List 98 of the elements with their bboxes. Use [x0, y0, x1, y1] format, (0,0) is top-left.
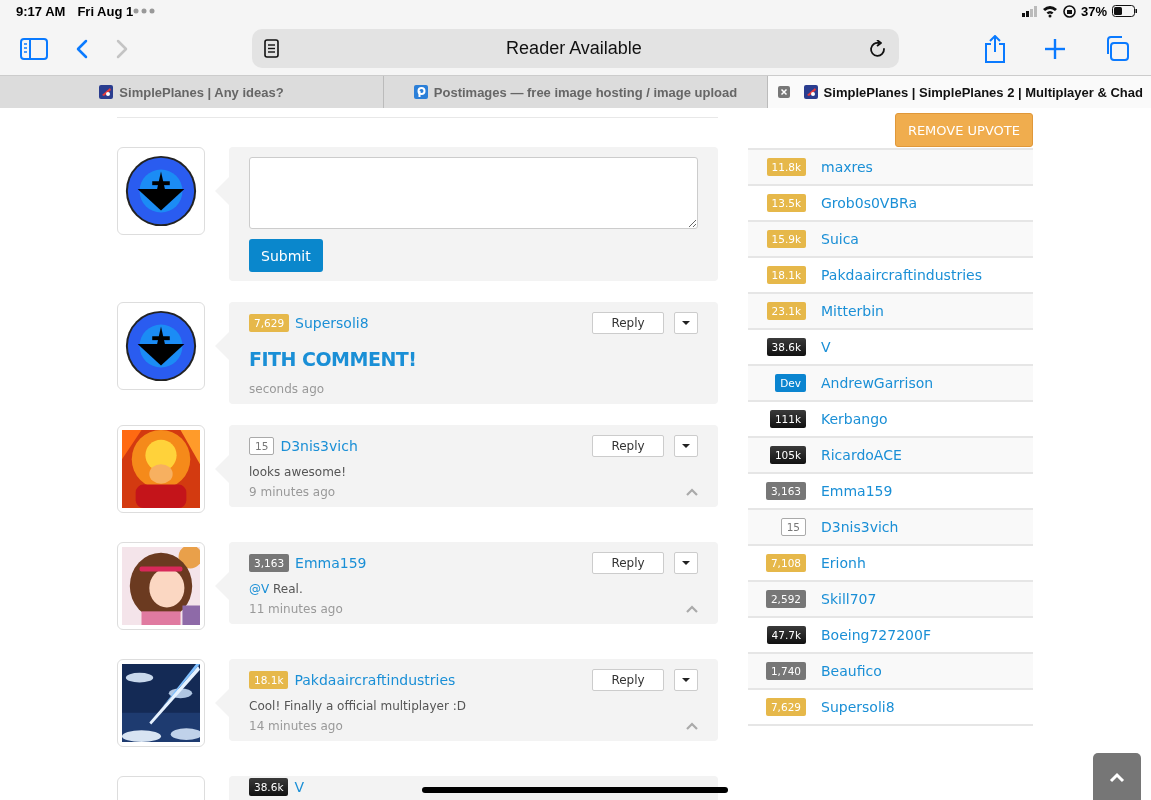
- author-link[interactable]: Pakdaaircraftindustries: [294, 672, 456, 688]
- score-badge: 7,108: [765, 554, 806, 572]
- score-badge: 3,163: [249, 554, 290, 572]
- score-badge: 18.1k: [249, 671, 289, 689]
- author-link[interactable]: D3nis3vich: [280, 438, 358, 454]
- user-link[interactable]: Supersoli8: [821, 699, 895, 715]
- chevron-right-icon: [116, 38, 128, 59]
- user-link[interactable]: Beaufico: [821, 663, 882, 679]
- comment-time: seconds ago: [249, 382, 325, 396]
- tabs-icon: [1104, 36, 1129, 61]
- score-badge: 111k: [769, 410, 806, 428]
- battery-icon: [1112, 5, 1137, 17]
- reload-icon: [869, 39, 887, 58]
- score-badge: 23.1k: [766, 302, 806, 320]
- plus-icon: [1044, 37, 1066, 60]
- user-link[interactable]: Emma159: [821, 483, 893, 499]
- share-button[interactable]: [984, 34, 1006, 63]
- author-link[interactable]: Emma159: [295, 555, 367, 571]
- sidebar-icon: [20, 37, 48, 60]
- options-button[interactable]: [674, 435, 698, 457]
- user-link[interactable]: Mitterbin: [821, 303, 884, 319]
- collapse-icon: [686, 487, 698, 497]
- author-link[interactable]: V: [294, 779, 305, 795]
- comment-time: 11 minutes ago: [249, 602, 343, 616]
- user-link[interactable]: Skill707: [821, 591, 877, 607]
- user-link[interactable]: Kerbango: [821, 411, 888, 427]
- score-badge: 38.6k: [249, 778, 289, 796]
- user-link[interactable]: Boeing727200F: [821, 627, 931, 643]
- mention-link[interactable]: @V: [249, 582, 270, 596]
- submit-button[interactable]: Submit: [249, 239, 323, 272]
- score-badge: 3,163: [765, 482, 806, 500]
- comment-heading: FITH COMMENT!: [249, 348, 418, 370]
- comment-text: Real.: [273, 582, 303, 596]
- score-badge: 2,592: [765, 590, 806, 608]
- score-badge: 13.5k: [766, 194, 806, 212]
- back-button[interactable]: [76, 38, 88, 59]
- score-badge: 15: [249, 437, 275, 455]
- clock-time: 9:17 AM: [16, 3, 66, 19]
- score-badge: 105k: [769, 446, 806, 464]
- caret-down-icon: [682, 444, 690, 448]
- user-link[interactable]: RicardoACE: [821, 447, 902, 463]
- score-badge: 15: [780, 518, 806, 536]
- sidebar-button[interactable]: [20, 37, 48, 60]
- reader-icon: [264, 39, 279, 58]
- collapse-icon: [686, 604, 698, 614]
- address-bar[interactable]: Reader Available: [252, 29, 899, 68]
- comment-input[interactable]: [249, 157, 698, 229]
- score-badge: Dev: [775, 374, 806, 392]
- user-link[interactable]: Pakdaaircraftindustries: [821, 267, 982, 283]
- new-tab-button[interactable]: [1044, 37, 1066, 60]
- user-link[interactable]: maxres: [821, 159, 873, 175]
- score-badge: 11.8k: [766, 158, 806, 176]
- battery-percent: 37%: [1080, 3, 1107, 19]
- collapse-icon: [686, 721, 698, 731]
- comment-text: looks awesome!: [249, 465, 347, 479]
- options-button[interactable]: [674, 552, 698, 574]
- share-icon: [984, 34, 1006, 63]
- comment-text: Cool! Finally a official multiplayer :D: [249, 699, 466, 713]
- plane-icon: [99, 85, 114, 99]
- plane-icon: [803, 85, 818, 99]
- reply-button[interactable]: Reply: [592, 669, 664, 691]
- date-text: Fri Aug 1: [77, 3, 134, 19]
- options-button[interactable]: [674, 312, 698, 334]
- comment-time: 14 minutes ago: [249, 719, 343, 733]
- score-badge: 18.1k: [766, 266, 806, 284]
- more-icon: [133, 8, 156, 14]
- caret-down-icon: [682, 561, 690, 565]
- score-badge: 7,629: [765, 698, 806, 716]
- rotation-lock-icon: [1062, 4, 1076, 18]
- user-link[interactable]: Suica: [821, 231, 859, 247]
- author-link[interactable]: Supersoli8: [295, 315, 369, 331]
- reply-button[interactable]: Reply: [592, 435, 664, 457]
- score-badge: 7,629: [249, 314, 290, 332]
- user-link[interactable]: Erionh: [821, 555, 866, 571]
- remove-upvote-button[interactable]: REMOVE UPVOTE: [894, 113, 1033, 147]
- user-link[interactable]: Grob0s0VBRa: [821, 195, 918, 211]
- score-badge: 15.9k: [766, 230, 806, 248]
- back-to-top-button[interactable]: [1093, 753, 1141, 800]
- reply-button[interactable]: Reply: [592, 552, 664, 574]
- wifi-icon: [1041, 4, 1058, 18]
- score-badge: 47.7k: [766, 626, 806, 644]
- caret-up-icon: [1109, 772, 1125, 784]
- score-badge: 1,740: [765, 662, 806, 680]
- user-link[interactable]: V: [821, 339, 831, 355]
- reply-button[interactable]: Reply: [592, 312, 664, 334]
- score-badge: 38.6k: [766, 338, 806, 356]
- caret-down-icon: [682, 321, 690, 325]
- image-host-icon: [413, 85, 428, 99]
- user-link[interactable]: AndrewGarrison: [821, 375, 934, 391]
- browser-tab[interactable]: SimplePlanes | SimplePlanes 2 | Multiplayer & Chad: [768, 76, 1151, 108]
- chevron-left-icon: [76, 38, 88, 59]
- tabs-button[interactable]: [1104, 36, 1129, 61]
- comment-time: 9 minutes ago: [249, 485, 336, 499]
- options-button[interactable]: [674, 669, 698, 691]
- address-text: Reader Available: [505, 38, 643, 59]
- caret-down-icon: [682, 678, 690, 682]
- user-link[interactable]: D3nis3vich: [821, 519, 899, 535]
- signal-icon: [1021, 5, 1037, 17]
